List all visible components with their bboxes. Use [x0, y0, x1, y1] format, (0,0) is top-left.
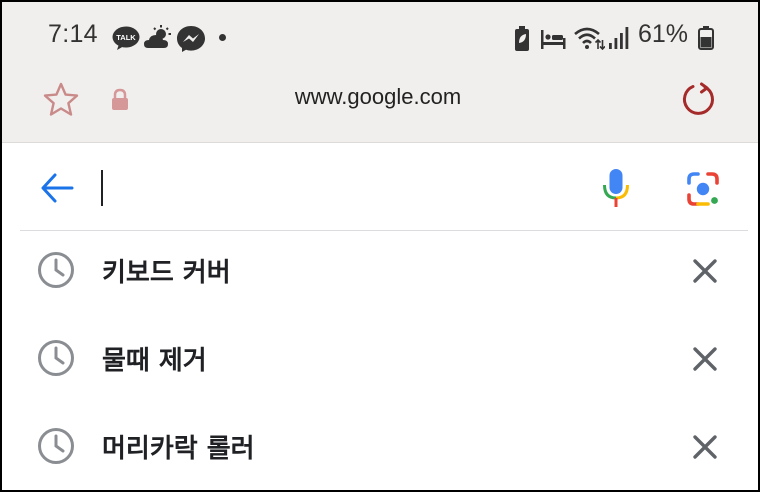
history-text: 머리카락 롤러: [102, 434, 255, 464]
browser-toolbar: 7:14 TALK 61% www.google.com: [2, 2, 758, 143]
search-divider: [20, 230, 748, 231]
history-text: 키보드 커버: [102, 258, 231, 288]
close-icon[interactable]: [688, 342, 722, 380]
messenger-icon: [176, 25, 206, 57]
history-item[interactable]: 머리카락 롤러: [2, 410, 758, 490]
weather-icon: [144, 25, 174, 55]
history-item[interactable]: 물때 제거: [2, 322, 758, 408]
url-text: www.google.com: [294, 84, 462, 109]
signal-icon: [608, 26, 630, 54]
search-bar: [2, 144, 758, 232]
url-bar[interactable]: www.google.com: [2, 84, 758, 110]
more-dot-icon: [219, 34, 226, 41]
status-time: 7:14: [48, 20, 98, 48]
history-clock-icon: [36, 338, 76, 382]
history-text: 물때 제거: [102, 346, 207, 376]
close-icon[interactable]: [688, 430, 722, 468]
history-item[interactable]: 키보드 커버: [2, 234, 758, 320]
reload-icon[interactable]: [680, 81, 718, 123]
battery-icon: [698, 26, 714, 54]
wifi-icon: [573, 26, 606, 54]
microphone-icon[interactable]: [601, 168, 631, 212]
kakaotalk-icon: TALK: [112, 26, 140, 54]
camera-lens-icon[interactable]: [685, 171, 723, 211]
history-clock-icon: [36, 250, 76, 294]
sleep-mode-icon: [540, 28, 566, 54]
phone-screen: 7:14 TALK 61% www.google.com 키보드 커버 물때 제…: [2, 2, 758, 490]
back-arrow-icon[interactable]: [40, 171, 74, 209]
battery-saver-icon: [514, 26, 530, 56]
battery-percent: 61%: [638, 20, 689, 48]
search-input[interactable]: [98, 166, 578, 210]
close-icon[interactable]: [688, 254, 722, 292]
history-clock-icon: [36, 426, 76, 470]
text-cursor: [101, 170, 103, 206]
kakao-label: TALK: [116, 33, 136, 42]
